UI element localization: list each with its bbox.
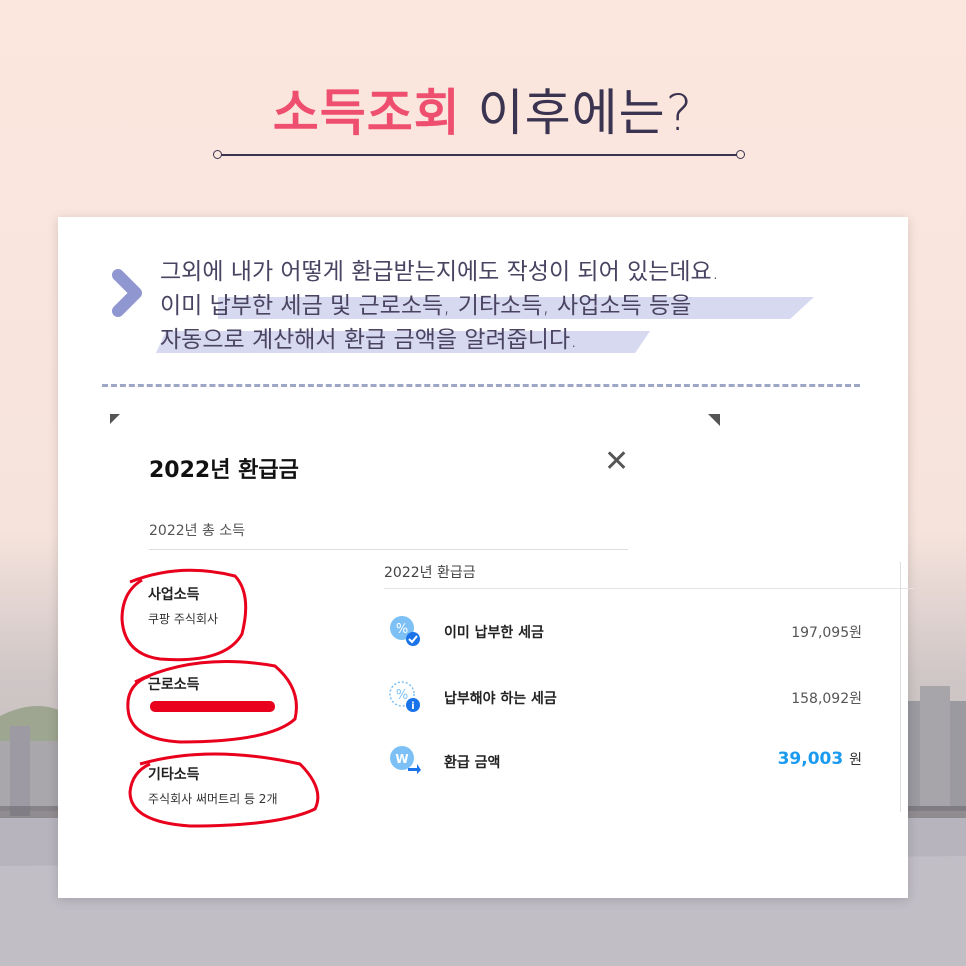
refund-row-amount: 39,003 원 xyxy=(778,749,862,769)
refund-row-label: 납부해야 하는 세금 xyxy=(444,691,557,707)
svg-text:i: i xyxy=(411,701,414,712)
modal-title: 2022년 환급금 xyxy=(149,458,299,483)
refund-total-value: 39,003 xyxy=(777,749,844,769)
percent-info-icon: % i xyxy=(389,681,420,712)
refund-heading: 2022년 환급금 xyxy=(384,565,476,581)
svg-text:W: W xyxy=(395,752,408,766)
red-marker-circles xyxy=(120,568,320,828)
divider xyxy=(149,549,628,550)
refund-won-icon: W xyxy=(390,746,421,774)
refund-row-paid-tax: % 이미 납부한 세금 197,095원 xyxy=(384,614,862,648)
dashed-divider xyxy=(102,384,860,387)
redaction-bar xyxy=(150,701,275,712)
title-highlight: 소득조회 xyxy=(272,84,461,142)
content-card: 그외에 내가 어떻게 환급받는지에도 작성이 되어 있는데요. 이미 납부한 세… xyxy=(58,217,914,898)
close-icon[interactable]: ✕ xyxy=(604,447,629,477)
refund-modal-screenshot: 2022년 환급금 ✕ 2022년 총 소득 사업소득 쿠팡 주식회사 근로소득… xyxy=(110,414,914,854)
page-title: 소득조회 이후에는? xyxy=(0,78,966,148)
refund-row-due-tax: % i 납부해야 하는 세금 158,092원 xyxy=(384,680,862,714)
intro-line-3: 자동으로 계산해서 환급 금액을 알려줍니다. xyxy=(160,327,578,353)
refund-row-label: 이미 납부한 세금 xyxy=(444,625,544,641)
total-income-label: 2022년 총 소득 xyxy=(149,523,246,539)
refund-row-amount: 197,095원 xyxy=(791,625,862,641)
divider xyxy=(384,588,914,589)
title-underline xyxy=(213,150,745,159)
underline-dot-left xyxy=(213,150,222,159)
title-rest: 이후에는? xyxy=(460,84,694,142)
percent-check-icon: % xyxy=(390,616,420,646)
refund-total-unit: 원 xyxy=(849,752,862,768)
refund-row-total: W 환급 금액 39,003 원 xyxy=(384,744,862,778)
refund-row-label: 환급 금액 xyxy=(444,755,501,771)
svg-text:%: % xyxy=(396,688,408,703)
intro-line-1: 그외에 내가 어떻게 환급받는지에도 작성이 되어 있는데요. xyxy=(160,259,720,285)
crop-corner xyxy=(708,414,720,426)
crop-corner xyxy=(110,414,120,424)
underline-dot-right xyxy=(736,150,745,159)
intro-line-2: 이미 납부한 세금 및 근로소득, 기타소득, 사업소득 등을 xyxy=(160,293,692,319)
refund-row-amount: 158,092원 xyxy=(791,691,862,707)
svg-text:%: % xyxy=(396,622,408,637)
chevron-right-icon xyxy=(112,269,142,317)
panel-edge xyxy=(900,562,901,812)
intro-text: 그외에 내가 어떻게 환급받는지에도 작성이 되어 있는데요. 이미 납부한 세… xyxy=(156,255,840,357)
